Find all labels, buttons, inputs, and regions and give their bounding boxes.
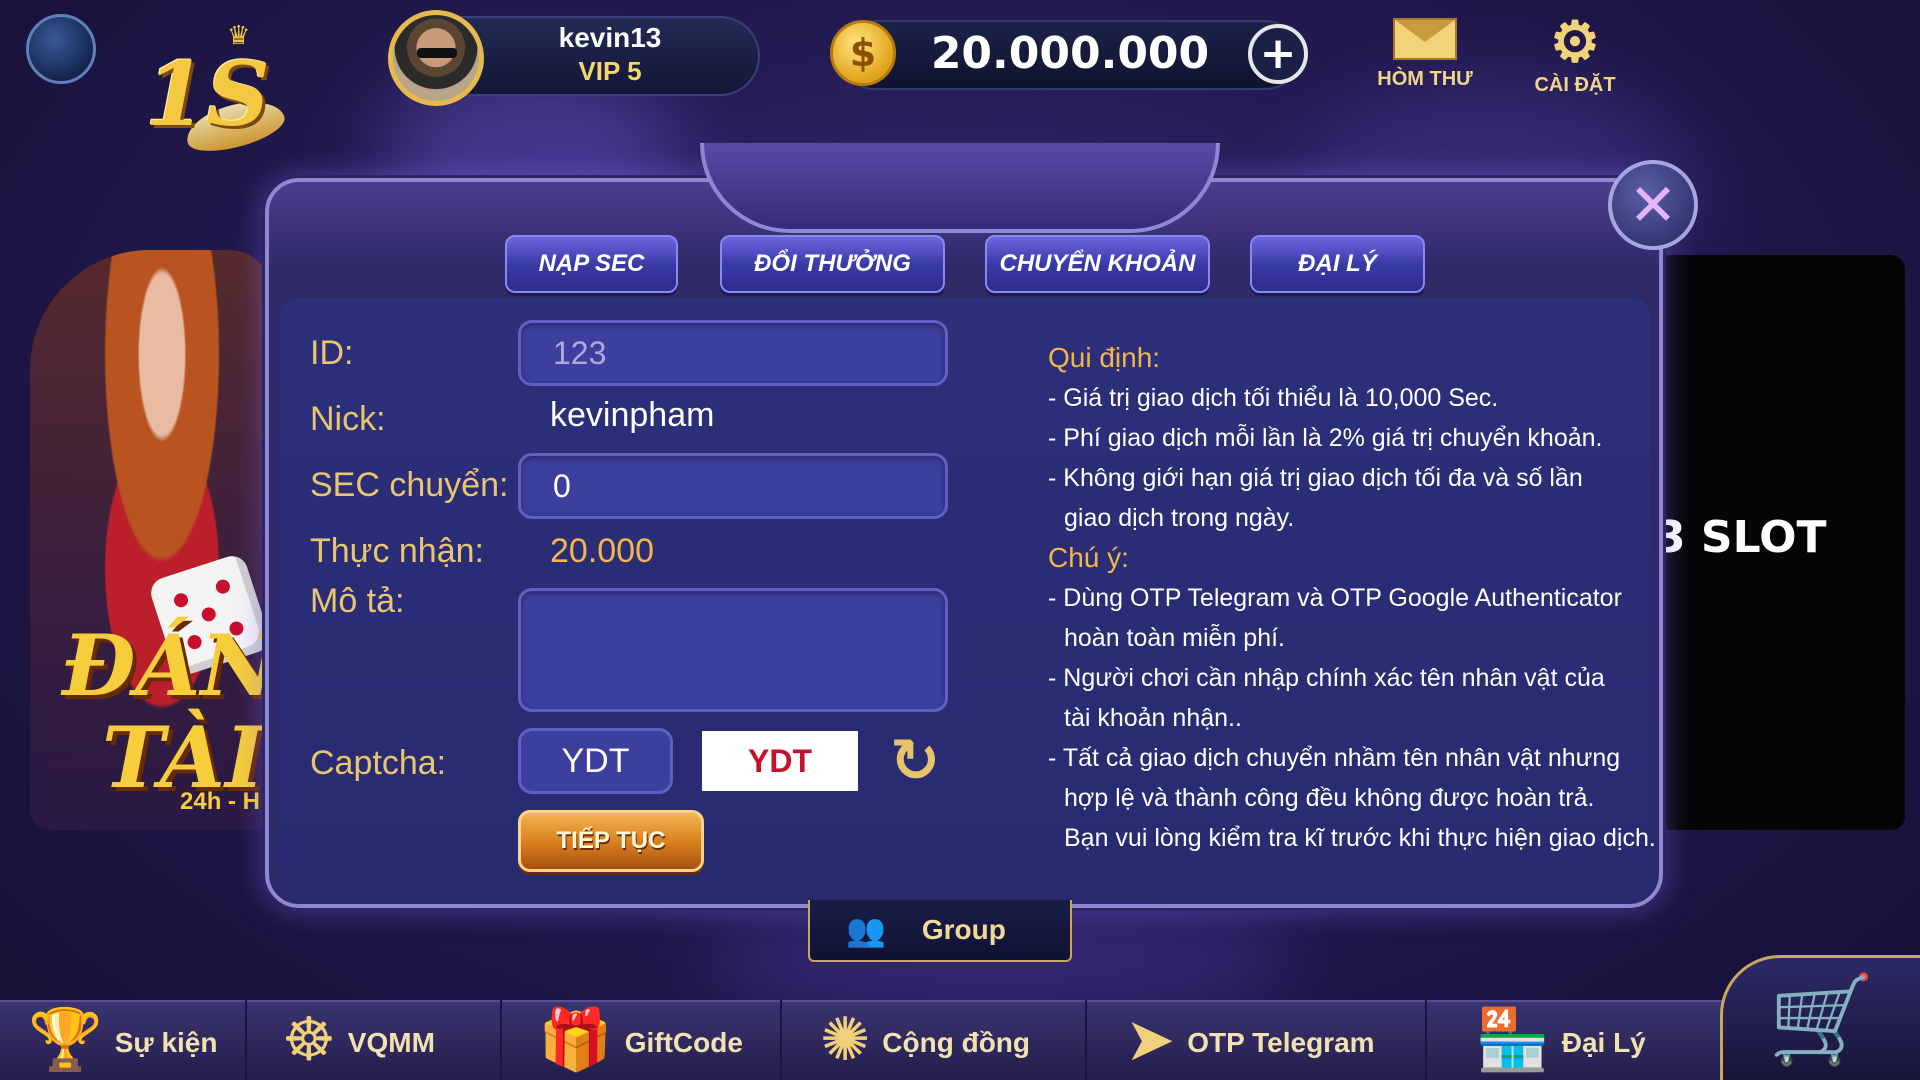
wheel-icon: ☸ bbox=[282, 1006, 336, 1073]
group-label: Group bbox=[921, 914, 1006, 945]
nick-value: kevinpham bbox=[550, 396, 715, 434]
balance-amount: 20.000.000 bbox=[930, 28, 1210, 79]
telegram-icon: ➤ bbox=[1125, 1006, 1176, 1073]
vip-level: VIP 5 bbox=[578, 56, 642, 86]
continue-button[interactable]: TIẾP TỤC bbox=[518, 810, 704, 872]
captcha-image: YDT bbox=[702, 731, 858, 791]
tab-doi-thuong[interactable]: ĐỔI THƯỞNG bbox=[720, 235, 945, 293]
captcha-label: Captcha: bbox=[310, 744, 447, 782]
nav-events[interactable]: 🏆 Sự kiện bbox=[28, 965, 217, 1075]
nick-label: Nick: bbox=[310, 400, 386, 438]
shop-cart-button[interactable]: 🛒 bbox=[1720, 955, 1920, 1080]
community-icon: ✺ bbox=[820, 1006, 871, 1073]
sec-amount-label: SEC chuyển: bbox=[310, 466, 509, 504]
note-item: - Dùng OTP Telegram và OTP Google Authen… bbox=[1048, 584, 1622, 612]
tab-nap-sec[interactable]: NẠP SEC bbox=[505, 235, 678, 293]
notes-title: Chú ý: bbox=[1048, 542, 1129, 573]
dialog-header-notch bbox=[700, 143, 1220, 233]
settings-label: CÀI ĐẶT bbox=[1534, 74, 1616, 96]
slot-promo-text: 3 SLOT bbox=[1655, 512, 1827, 563]
id-label: ID: bbox=[310, 334, 354, 372]
note-item: hợp lệ và thành công đều không được hoàn… bbox=[1064, 784, 1595, 812]
id-input[interactable]: 123 bbox=[518, 320, 948, 386]
mailbox-button[interactable]: HÒM THƯ bbox=[1365, 18, 1485, 91]
username: kevin13 bbox=[558, 22, 662, 53]
refresh-icon: ↻ bbox=[889, 726, 941, 796]
nav-giftcode[interactable]: 🎁 GiftCode bbox=[538, 965, 743, 1075]
gift-icon: 🎁 bbox=[538, 1006, 613, 1073]
receive-value: 20.000 bbox=[550, 532, 654, 570]
game-logo: ♛ 1S bbox=[135, 20, 289, 160]
nav-label: GiftCode bbox=[624, 1027, 743, 1058]
note-item: hoàn toàn miễn phí. bbox=[1064, 624, 1285, 652]
refresh-captcha-button[interactable]: ↻ bbox=[882, 726, 948, 796]
cart-icon: 🛒 bbox=[1767, 971, 1876, 1068]
note-item: - Tất cả giao dịch chuyển nhầm tên nhân … bbox=[1048, 744, 1621, 772]
gear-icon: ⚙ bbox=[1549, 10, 1601, 73]
avatar[interactable] bbox=[388, 10, 484, 106]
description-input[interactable] bbox=[518, 588, 948, 712]
rules-title: Qui định: bbox=[1048, 342, 1161, 373]
rule-item: giao dịch trong ngày. bbox=[1064, 504, 1295, 532]
promo-subtitle: 24h - H bbox=[180, 788, 261, 815]
nav-lucky-wheel[interactable]: ☸ VQMM bbox=[282, 965, 435, 1075]
group-button[interactable]: 👥 Group bbox=[808, 900, 1072, 962]
mail-icon bbox=[1393, 18, 1457, 60]
shop-icon: 🏪 bbox=[1475, 1006, 1550, 1073]
mailbox-label: HÒM THƯ bbox=[1377, 68, 1473, 90]
tab-chuyen-khoan[interactable]: CHUYỂN KHOẢN bbox=[985, 235, 1210, 293]
add-balance-button[interactable]: + bbox=[1248, 24, 1308, 84]
logo-text: 1S bbox=[145, 42, 270, 146]
nav-agent[interactable]: 🏪 Đại Lý bbox=[1475, 965, 1646, 1075]
note-item: tài khoản nhận.. bbox=[1064, 704, 1242, 732]
nav-label: Sự kiện bbox=[114, 1027, 218, 1058]
coin-icon: $ bbox=[830, 20, 896, 86]
nav-label: VQMM bbox=[347, 1027, 435, 1058]
sec-amount-input[interactable]: 0 bbox=[518, 453, 948, 519]
rules-panel: Qui định: - Giá trị giao dịch tối thiểu … bbox=[1048, 338, 1656, 858]
note-item: - Người chơi cần nhập chính xác tên nhân… bbox=[1048, 664, 1605, 692]
rule-item: - Giá trị giao dịch tối thiểu là 10,000 … bbox=[1048, 384, 1499, 412]
close-button[interactable]: ✕ bbox=[1608, 160, 1698, 250]
close-icon: ✕ bbox=[1628, 171, 1678, 239]
back-button[interactable] bbox=[26, 14, 96, 84]
nav-otp-telegram[interactable]: ➤ OTP Telegram bbox=[1125, 965, 1375, 1075]
rule-item: - Không giới hạn giá trị giao dịch tối đ… bbox=[1048, 464, 1583, 492]
group-icon: 👥 bbox=[846, 912, 886, 948]
description-label: Mô tả: bbox=[310, 582, 405, 620]
trophy-icon: 🏆 bbox=[28, 1006, 103, 1073]
tab-dai-ly[interactable]: ĐẠI LÝ bbox=[1250, 235, 1425, 293]
settings-button[interactable]: ⚙ CÀI ĐẶT bbox=[1515, 14, 1635, 97]
nav-label: Đại Lý bbox=[1561, 1027, 1646, 1058]
rule-item: - Phí giao dịch mỗi lần là 2% giá trị ch… bbox=[1048, 424, 1603, 452]
captcha-input[interactable]: YDT bbox=[518, 728, 673, 794]
note-item: Bạn vui lòng kiểm tra kĩ trước khi thực … bbox=[1064, 824, 1656, 852]
nav-label: Cộng đồng bbox=[882, 1027, 1031, 1058]
receive-label: Thực nhận: bbox=[310, 532, 484, 570]
nav-label: OTP Telegram bbox=[1187, 1027, 1375, 1058]
nav-community[interactable]: ✺ Cộng đồng bbox=[820, 965, 1030, 1075]
